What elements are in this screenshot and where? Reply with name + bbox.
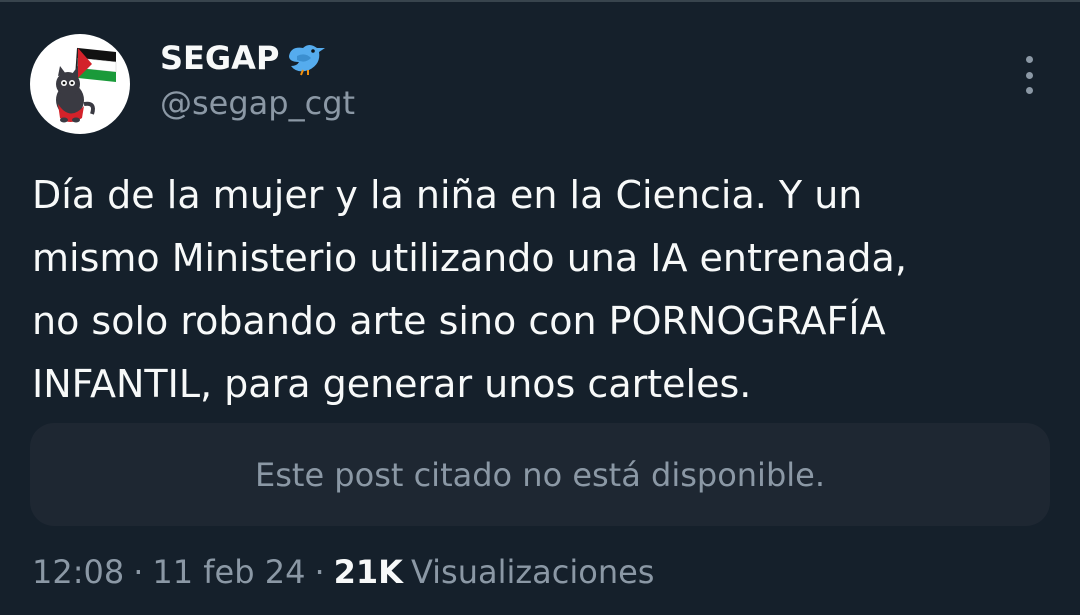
bird-icon <box>283 40 327 76</box>
more-vertical-icon-dot <box>1025 56 1033 63</box>
avatar[interactable] <box>30 34 130 134</box>
more-vertical-icon-dot <box>1025 71 1033 79</box>
tweet-text-line: no solo robando arte sino con PORNOGRAFÍ… <box>32 299 886 343</box>
tweet-text-line: mismo Ministerio utilizando una IA entre… <box>32 236 907 280</box>
tweet-text: Día de la mujer y la niña en la Ciencia.… <box>32 164 1052 416</box>
quoted-post-unavailable-text: Este post citado no está disponible. <box>255 455 825 494</box>
tweet-text-line: INFANTIL, para generar unos carteles. <box>32 362 752 406</box>
author-name-row[interactable]: SEGAP <box>160 36 327 80</box>
separator-dot: · <box>133 553 144 591</box>
separator-dot: · <box>314 553 325 591</box>
tweet-date[interactable]: 11 feb 24 <box>152 553 305 591</box>
more-options-button[interactable] <box>1014 56 1044 94</box>
views-count[interactable]: 21K <box>334 553 403 591</box>
tweet-text-line: Día de la mujer y la niña en la Ciencia.… <box>32 173 863 217</box>
quoted-post-unavailable: Este post citado no está disponible. <box>30 423 1050 526</box>
more-vertical-icon-dot <box>1025 87 1033 94</box>
author-display-name[interactable]: SEGAP <box>160 39 279 77</box>
views-label[interactable]: Visualizaciones <box>411 553 655 591</box>
cat-avatar-icon <box>56 47 117 123</box>
tweet-metadata: 12:08 · 11 feb 24 · 21K Visualizaciones <box>32 548 654 596</box>
top-divider <box>0 0 1080 2</box>
author-handle[interactable]: @segap_cgt <box>160 84 355 122</box>
tweet-time[interactable]: 12:08 <box>32 553 124 591</box>
